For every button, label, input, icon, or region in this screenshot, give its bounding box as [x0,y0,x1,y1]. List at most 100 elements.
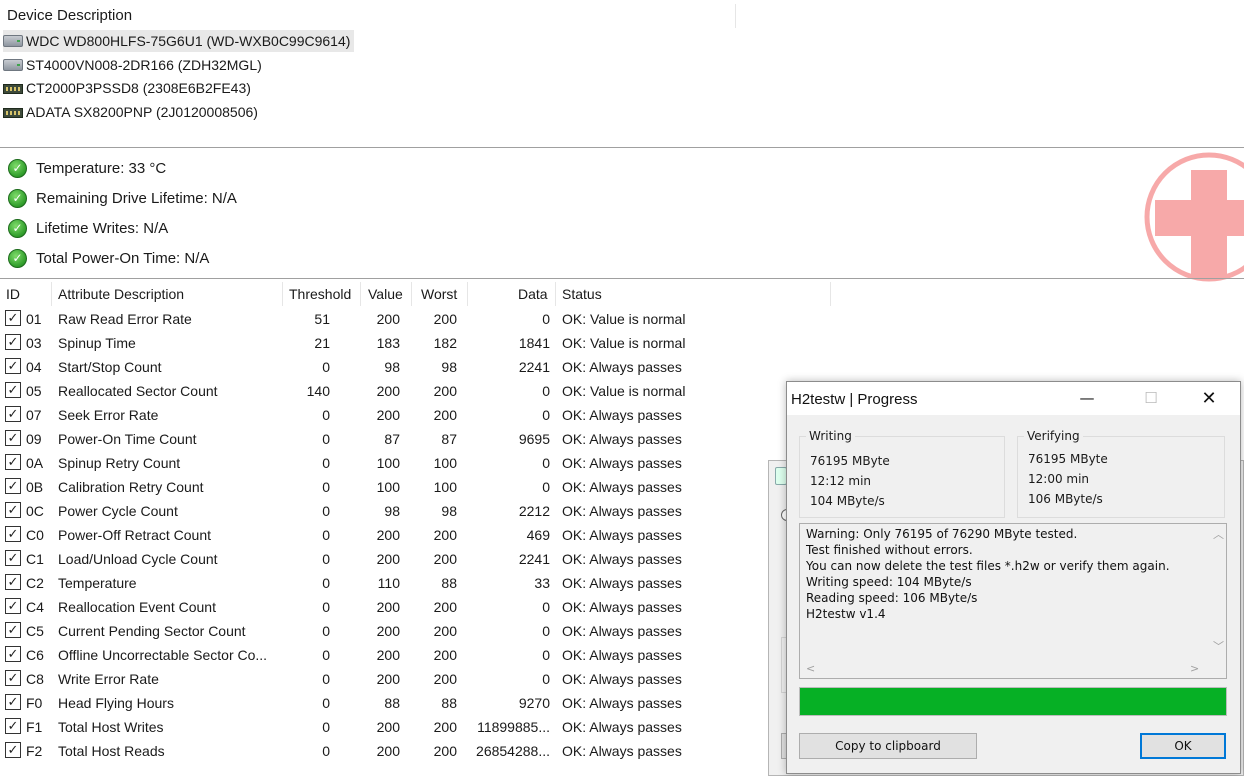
table-row[interactable]: ✓ 05 Reallocated Sector Count 140 200 200 0 OK:… [0,379,790,403]
table-row[interactable]: ✓ 04 Start/Stop Count 0 98 98 2241 OK: Always p… [0,355,790,379]
row-checkbox[interactable]: ✓ [5,598,21,614]
cell-id: 03 [26,335,42,351]
cell-description: Total Host Reads [58,743,165,759]
table-row[interactable]: ✓ 01 Raw Read Error Rate 51 200 200 0 OK: Value… [0,307,790,331]
cell-description: Temperature [58,575,137,591]
row-checkbox[interactable]: ✓ [5,478,21,494]
device-item[interactable]: ST4000VN008-2DR166 (ZDH32MGL) [3,54,266,76]
row-checkbox[interactable]: ✓ [5,430,21,446]
column-separator[interactable] [467,282,468,306]
verifying-speed: 106 MByte/s [1028,492,1103,506]
row-checkbox[interactable]: ✓ [5,718,21,734]
table-row[interactable]: ✓ C2 Temperature 0 110 88 33 OK: Always passes [0,571,790,595]
table-row[interactable]: ✓ C6 Offline Uncorrectable Sector Co... 0 20… [0,643,790,667]
cell-data: 26854288... [476,743,550,759]
dialog-title-bar[interactable]: H2testw | Progress — ☐ ✕ [787,382,1240,415]
section-divider [0,278,1244,279]
cell-description: Load/Unload Cycle Count [58,551,218,567]
table-row[interactable]: ✓ C1 Load/Unload Cycle Count 0 200 200 2241 OK:… [0,547,790,571]
row-checkbox[interactable]: ✓ [5,670,21,686]
row-checkbox[interactable]: ✓ [5,742,21,758]
column-separator[interactable] [411,282,412,306]
device-item[interactable]: CT2000P3PSSD8 (2308E6B2FE43) [3,77,255,99]
column-header-value[interactable]: Value [368,286,403,302]
table-row[interactable]: ✓ F1 Total Host Writes 0 200 200 11899885... OK… [0,715,790,739]
cell-description: Offline Uncorrectable Sector Co... [58,647,268,663]
column-header-data[interactable]: Data [518,286,548,302]
table-row[interactable]: ✓ F0 Head Flying Hours 0 88 88 9270 OK: Always … [0,691,790,715]
log-line: H2testw v1.4 [806,607,886,621]
row-checkbox[interactable]: ✓ [5,526,21,542]
column-separator[interactable] [555,282,556,306]
cell-threshold: 0 [322,431,330,447]
cell-status: OK: Value is normal [562,383,686,399]
table-row[interactable]: ✓ 09 Power-On Time Count 0 87 87 9695 OK: Alway… [0,427,790,451]
cell-threshold: 0 [322,551,330,567]
row-checkbox[interactable]: ✓ [5,454,21,470]
cell-threshold: 0 [322,527,330,543]
column-header-status[interactable]: Status [562,286,602,302]
ok-button[interactable]: OK [1140,733,1226,759]
cell-description: Calibration Retry Count [58,479,204,495]
column-separator[interactable] [51,282,52,306]
column-separator[interactable] [282,282,283,306]
scroll-up-arrow-icon[interactable]: ︿ [1213,526,1224,542]
table-row[interactable]: ✓ C8 Write Error Rate 0 200 200 0 OK: Always pa… [0,667,790,691]
table-row[interactable]: ✓ C4 Reallocation Event Count 0 200 200 0 OK: A… [0,595,790,619]
row-checkbox[interactable]: ✓ [5,382,21,398]
table-row[interactable]: ✓ 0A Spinup Retry Count 0 100 100 0 OK: Always … [0,451,790,475]
row-checkbox[interactable]: ✓ [5,406,21,422]
section-divider [0,147,1244,148]
cell-data: 11899885... [477,719,550,735]
minimize-button[interactable]: — [1064,382,1110,415]
row-checkbox[interactable]: ✓ [5,574,21,590]
table-row[interactable]: ✓ F2 Total Host Reads 0 200 200 26854288... OK:… [0,739,790,763]
column-header-worst[interactable]: Worst [421,286,457,302]
row-checkbox[interactable]: ✓ [5,646,21,662]
column-separator[interactable] [830,282,831,306]
row-checkbox[interactable]: ✓ [5,694,21,710]
health-item-label: Lifetime Writes: N/A [36,219,169,237]
table-row[interactable]: ✓ 03 Spinup Time 21 183 182 1841 OK: Value is n… [0,331,790,355]
vertical-scrollbar[interactable]: ︿ ﹀ [1209,524,1226,660]
column-header-id[interactable]: ID [6,286,20,302]
cell-status: OK: Always passes [562,455,682,471]
dialog-title: H2testw | Progress [791,391,918,408]
cell-status: OK: Always passes [562,431,682,447]
device-list-header[interactable]: Device Description [0,0,1244,30]
device-description-column-header[interactable]: Device Description [7,7,132,24]
row-checkbox[interactable]: ✓ [5,358,21,374]
table-row[interactable]: ✓ C0 Power-Off Retract Count 0 200 200 469 OK: … [0,523,790,547]
cell-threshold: 0 [322,359,330,375]
scroll-right-arrow-icon[interactable]: > [1190,662,1199,675]
close-button[interactable]: ✕ [1186,382,1232,415]
result-log-textbox[interactable]: Warning: Only 76195 of 76290 MByte teste… [799,523,1227,679]
device-item[interactable]: ADATA SX8200PNP (2J0120008506) [3,101,262,123]
row-checkbox[interactable]: ✓ [5,502,21,518]
scroll-down-arrow-icon[interactable]: ﹀ [1213,638,1224,654]
row-checkbox[interactable]: ✓ [5,622,21,638]
cell-worst: 200 [433,623,457,639]
horizontal-scrollbar[interactable]: < > [800,661,1210,678]
column-separator [735,4,736,28]
table-row[interactable]: ✓ 0B Calibration Retry Count 0 100 100 0 OK: Al… [0,475,790,499]
cell-status: OK: Always passes [562,671,682,687]
column-header-threshold[interactable]: Threshold [289,286,351,302]
scroll-left-arrow-icon[interactable]: < [806,662,815,675]
column-separator[interactable] [360,282,361,306]
row-checkbox[interactable]: ✓ [5,550,21,566]
cell-worst: 100 [433,479,457,495]
copy-to-clipboard-button[interactable]: Copy to clipboard [799,733,977,759]
cell-status: OK: Always passes [562,551,682,567]
table-row[interactable]: ✓ 07 Seek Error Rate 0 200 200 0 OK: Always pas… [0,403,790,427]
table-row[interactable]: ✓ C5 Current Pending Sector Count 0 200 200 0 O… [0,619,790,643]
row-checkbox[interactable]: ✓ [5,310,21,326]
table-row[interactable]: ✓ 0C Power Cycle Count 0 98 98 2212 OK: Always … [0,499,790,523]
cell-description: Current Pending Sector Count [58,623,246,639]
row-checkbox[interactable]: ✓ [5,334,21,350]
device-item[interactable]: WDC WD800HLFS-75G6U1 (WD-WXB0C99C9614) [3,30,355,52]
cell-status: OK: Always passes [562,527,682,543]
hard-drive-icon [3,59,23,71]
check-icon: ✓ [8,158,27,178]
column-header-description[interactable]: Attribute Description [58,286,184,302]
